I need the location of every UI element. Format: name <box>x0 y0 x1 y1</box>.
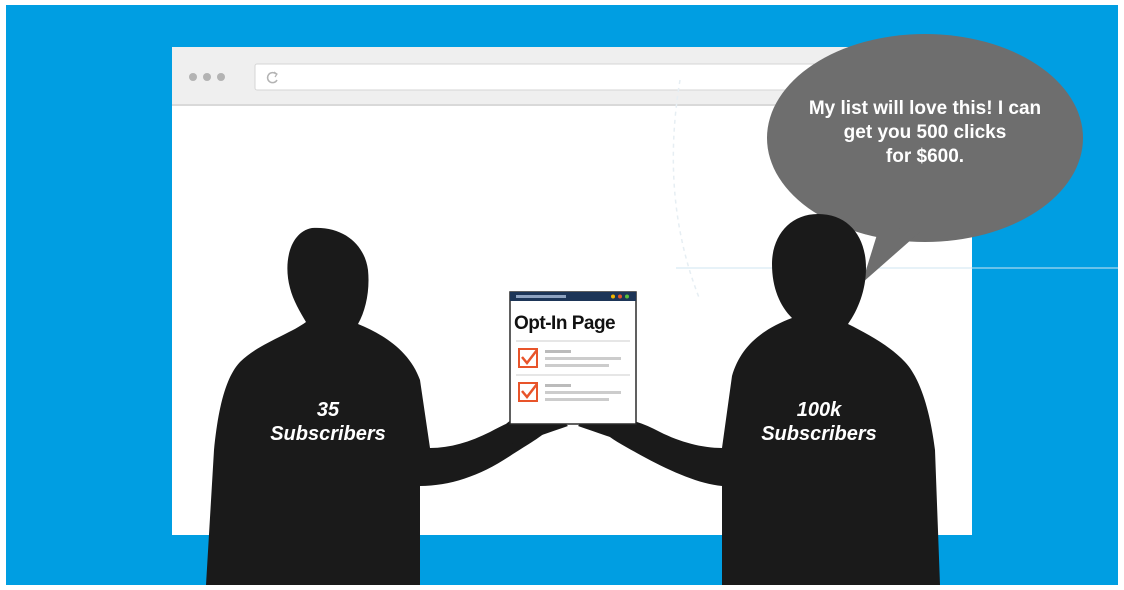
right-subscriber-label: 100k Subscribers <box>719 398 919 446</box>
optin-dot-red <box>618 294 622 299</box>
window-dot-1 <box>189 73 197 81</box>
illustration: My list will love this! I can get you 50… <box>0 0 1124 590</box>
checkbox-checked-icon <box>518 382 538 402</box>
left-subscriber-label: 35 Subscribers <box>228 398 428 446</box>
optin-dot-green <box>625 294 629 299</box>
right-subscriber-word: Subscribers <box>761 423 877 445</box>
optin-card-url <box>516 295 566 298</box>
speech-line-3: for $600. <box>885 146 965 167</box>
left-subscriber-count: 35 <box>316 399 340 421</box>
optin-line <box>545 357 621 360</box>
speech-line-1: My list will love this! I can <box>808 98 1042 119</box>
left-subscriber-word: Subscribers <box>270 423 386 445</box>
optin-line <box>545 384 571 387</box>
right-subscriber-count: 100k <box>796 399 842 421</box>
window-dot-2 <box>203 73 211 81</box>
optin-dot-yellow <box>611 294 615 299</box>
optin-line <box>545 364 609 367</box>
optin-card <box>509 291 637 425</box>
optin-line <box>545 398 609 401</box>
optin-line <box>545 391 621 394</box>
checkbox-checked-icon <box>518 348 538 368</box>
speech-line-2: get you 500 clicks <box>843 122 1007 143</box>
optin-card-title: Opt-In Page <box>514 313 616 334</box>
scene-svg <box>6 5 1118 586</box>
window-dot-3 <box>217 73 225 81</box>
optin-line <box>545 350 571 353</box>
speech-bubble-text: My list will love this! I can get you 50… <box>772 97 1078 169</box>
